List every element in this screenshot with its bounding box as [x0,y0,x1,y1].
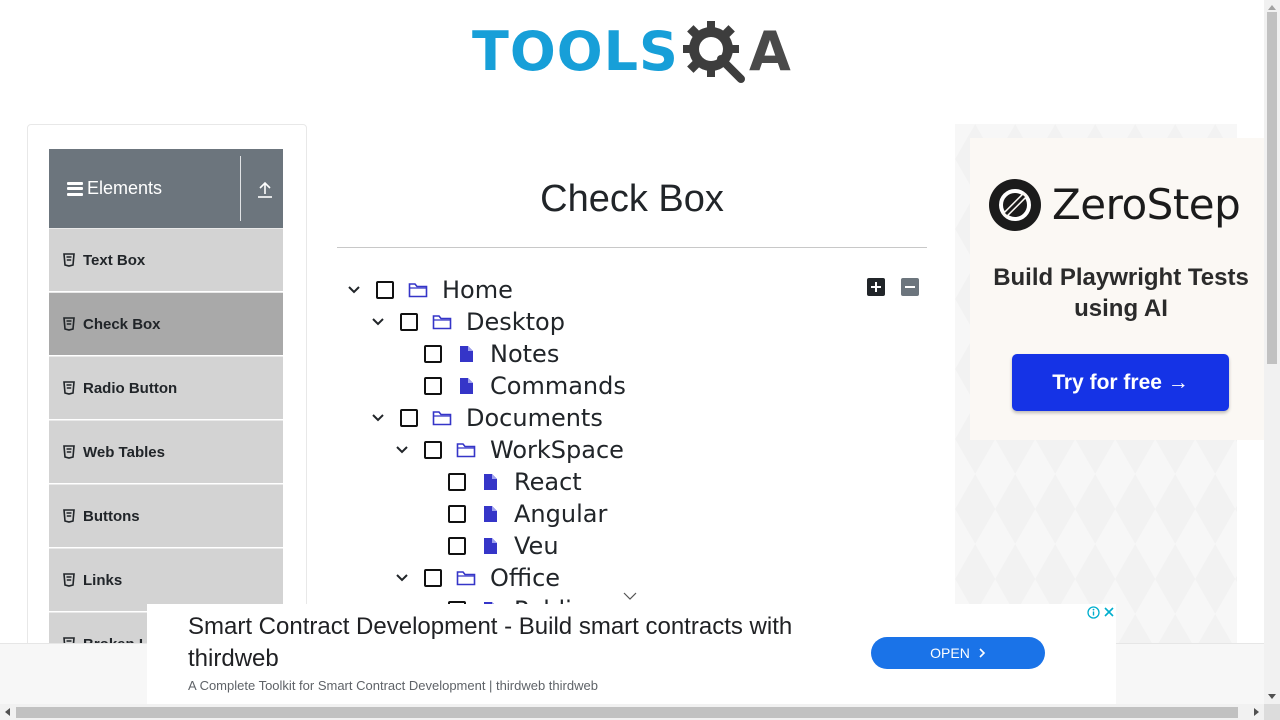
menu-item-check-box[interactable]: Check Box [49,292,283,356]
chevron-down-icon[interactable] [394,570,410,586]
tree-node-workspace: WorkSpace [394,434,624,466]
tree-checkbox[interactable] [376,281,394,299]
scrollbar-corner [1264,704,1280,720]
close-icon[interactable] [1103,606,1115,618]
tree-node-angular: Angular [418,498,607,530]
tree-checkbox[interactable] [400,313,418,331]
info-icon[interactable] [1086,605,1100,619]
tree-checkbox[interactable] [424,345,442,363]
chevron-down-icon[interactable] [370,314,386,330]
zerostep-tagline: Build Playwright Tests using AI [993,264,1249,322]
file-icon [484,538,497,554]
chevron-down-icon [623,592,637,600]
chevron-down-icon[interactable] [346,282,362,298]
menu-item-label: Check Box [83,315,161,333]
tree-node-notes: Notes [394,338,559,370]
tree-node-label[interactable]: React [514,468,582,496]
gear-magnifier-icon [682,21,745,83]
html5-icon [63,253,75,267]
chevron-right-icon [979,648,985,658]
tree-node-home: Home [346,274,513,306]
scroll-up-arrow-icon[interactable] [1264,0,1280,16]
folder-icon [456,443,476,458]
open-label: OPEN [930,645,970,661]
menu-item-label: Text Box [83,251,146,269]
bottom-ad-subline: A Complete Toolkit for Smart Contract De… [188,678,598,693]
scroll-down-arrow-icon[interactable] [1264,688,1280,704]
scroll-right-arrow-icon[interactable] [1248,704,1264,720]
tree-checkbox[interactable] [448,537,466,555]
tree-node-label[interactable]: WorkSpace [490,436,624,464]
page: TOOLS A Elements Text Box Check Box Radi… [0,0,1280,720]
tree-node-documents: Documents [370,402,603,434]
tree-node-label[interactable]: Veu [514,532,559,560]
html5-icon [63,317,75,331]
file-icon [460,346,473,362]
header-divider [240,156,241,221]
hamburger-icon [67,181,83,196]
checkbox-tree: Home Desktop Notes Commands Documents WorkSpa… [337,272,927,604]
logo-text: TOOLS [472,20,679,83]
file-icon [484,474,497,490]
tree-checkbox[interactable] [400,409,418,427]
ad-choices[interactable] [1085,604,1116,620]
menu-item-web-tables[interactable]: Web Tables [49,420,283,484]
folder-icon [432,411,452,426]
tree-node-label[interactable]: Public [514,596,585,604]
tree-node-desktop: Desktop [370,306,565,338]
tree-node-veu: Veu [418,530,559,562]
tree-checkbox[interactable] [448,473,466,491]
vertical-scrollbar-thumb[interactable] [1267,12,1277,364]
try-for-free-button[interactable]: Try for free → [1012,354,1229,411]
html5-icon [63,509,75,523]
tree-node-label[interactable]: Documents [466,404,603,432]
folder-icon [432,315,452,330]
zerostep-brand: ZeroStep [1052,180,1241,229]
chevron-down-icon[interactable] [370,410,386,426]
file-icon [460,378,473,394]
html5-icon [63,445,75,459]
folder-icon [456,571,476,586]
group-title: Elements [87,178,163,198]
html5-icon [63,381,75,395]
tree-checkbox[interactable] [424,377,442,395]
menu-item-text-box[interactable]: Text Box [49,228,283,292]
tree-checkbox[interactable] [448,505,466,523]
elements-group-header[interactable]: Elements [49,149,283,228]
title-divider [337,247,927,248]
open-ad-button[interactable]: OPEN [871,637,1045,669]
horizontal-scrollbar-thumb[interactable] [16,707,1238,718]
tree-node-label[interactable]: Desktop [466,308,565,336]
menu-item-label: Links [83,571,123,589]
logo-text-a: A [748,20,791,83]
html5-icon [63,573,75,587]
menu-item-label: Buttons [83,507,140,525]
bottom-ad-headline[interactable]: Smart Contract Development - Build smart… [188,611,848,675]
page-title: Check Box [540,178,724,220]
tree-node-label[interactable]: Angular [514,500,607,528]
tree-node-label[interactable]: Commands [490,372,626,400]
collapse-upload-icon[interactable] [257,181,273,199]
tree-node-commands: Commands [394,370,626,402]
tree-checkbox[interactable] [424,569,442,587]
chevron-down-icon[interactable] [394,442,410,458]
toolsqa-logo[interactable]: TOOLS A [472,14,791,90]
tree-node-public: Public [418,594,585,604]
menu-item-radio-button[interactable]: Radio Button [49,356,283,420]
file-icon [484,506,497,522]
tree-node-office: Office [394,562,560,594]
menu-item-label: Web Tables [83,443,165,461]
menu-item-links[interactable]: Links [49,548,283,612]
folder-icon [408,283,428,298]
menu-item-label: Radio Button [83,379,178,397]
tree-node-label[interactable]: Notes [490,340,559,368]
tree-node-label[interactable]: Home [442,276,513,304]
elements-menu-list: Text Box Check Box Radio Button Web Tabl… [49,228,283,644]
menu-item-buttons[interactable]: Buttons [49,484,283,548]
tree-node-label[interactable]: Office [490,564,560,592]
scroll-left-arrow-icon[interactable] [0,704,16,720]
tree-checkbox[interactable] [424,441,442,459]
tree-node-react: React [418,466,582,498]
zerostep-logo-icon [989,179,1041,231]
